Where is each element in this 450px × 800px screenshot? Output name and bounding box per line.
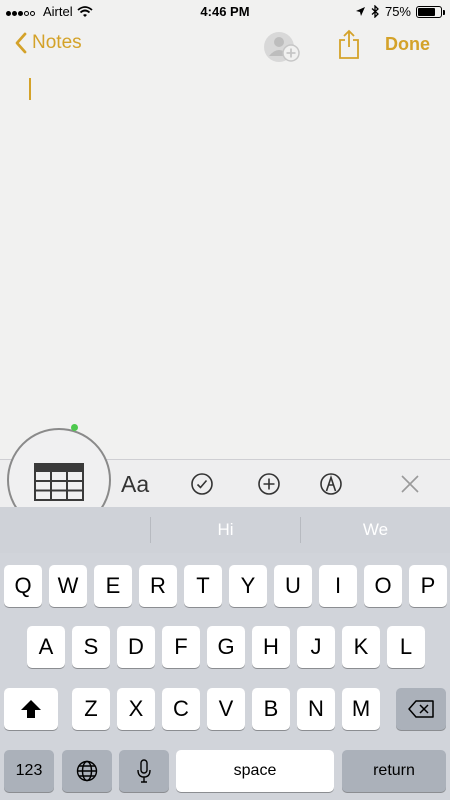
key-b[interactable]: B [252, 688, 290, 730]
keyboard: Q W E R T Y U I O P A S D F G H J K L Z … [0, 553, 450, 800]
space-key[interactable]: space [176, 750, 334, 792]
markup-icon[interactable] [319, 472, 343, 501]
done-button[interactable]: Done [385, 34, 430, 55]
add-icon[interactable] [257, 472, 281, 501]
backspace-key[interactable] [396, 688, 446, 730]
back-label: Notes [32, 32, 82, 53]
key-h[interactable]: H [252, 626, 290, 668]
close-icon[interactable] [399, 473, 421, 500]
key-i[interactable]: I [319, 565, 357, 607]
key-j[interactable]: J [297, 626, 335, 668]
text-cursor [29, 78, 31, 100]
key-u[interactable]: U [274, 565, 312, 607]
key-k[interactable]: K [342, 626, 380, 668]
status-right: 75% [355, 4, 445, 19]
shift-icon [21, 700, 41, 718]
globe-key[interactable] [62, 750, 112, 792]
suggestion-3[interactable]: We [301, 507, 450, 553]
suggestion-1[interactable] [0, 507, 150, 553]
key-w[interactable]: W [49, 565, 87, 607]
selection-handle-top [71, 424, 78, 431]
key-e[interactable]: E [94, 565, 132, 607]
key-a[interactable]: A [27, 626, 65, 668]
key-p[interactable]: P [409, 565, 447, 607]
note-text-area[interactable] [0, 68, 450, 458]
location-icon [355, 7, 365, 16]
key-t[interactable]: T [184, 565, 222, 607]
battery-icon [416, 5, 445, 18]
status-bar: Airtel 4:46 PM 75% [0, 0, 450, 24]
add-people-icon[interactable] [262, 29, 302, 70]
key-q[interactable]: Q [4, 565, 42, 607]
key-o[interactable]: O [364, 565, 402, 607]
numbers-key[interactable]: 123 [4, 750, 54, 792]
suggestion-2[interactable]: Hi [151, 507, 300, 553]
checklist-icon[interactable] [190, 472, 214, 501]
key-n[interactable]: N [297, 688, 335, 730]
key-g[interactable]: G [207, 626, 245, 668]
globe-icon [76, 760, 98, 782]
key-r[interactable]: R [139, 565, 177, 607]
key-x[interactable]: X [117, 688, 155, 730]
back-button[interactable]: Notes [14, 32, 82, 54]
suggestion-bar: Hi We [0, 507, 450, 553]
key-f[interactable]: F [162, 626, 200, 668]
chevron-left-icon [15, 32, 27, 54]
microphone-icon [137, 759, 151, 783]
key-z[interactable]: Z [72, 688, 110, 730]
key-m[interactable]: M [342, 688, 380, 730]
shift-key[interactable] [4, 688, 58, 730]
key-d[interactable]: D [117, 626, 155, 668]
text-style-button[interactable]: Aa [121, 471, 149, 498]
key-v[interactable]: V [207, 688, 245, 730]
table-icon [34, 463, 84, 501]
share-icon[interactable] [338, 28, 360, 65]
backspace-icon [408, 700, 434, 718]
bluetooth-icon [371, 5, 379, 18]
key-s[interactable]: S [72, 626, 110, 668]
nav-bar: Notes Done [0, 24, 450, 68]
return-key[interactable]: return [342, 750, 446, 792]
microphone-key[interactable] [119, 750, 169, 792]
key-l[interactable]: L [387, 626, 425, 668]
battery-percent: 75% [384, 4, 411, 19]
key-c[interactable]: C [162, 688, 200, 730]
key-y[interactable]: Y [229, 565, 267, 607]
